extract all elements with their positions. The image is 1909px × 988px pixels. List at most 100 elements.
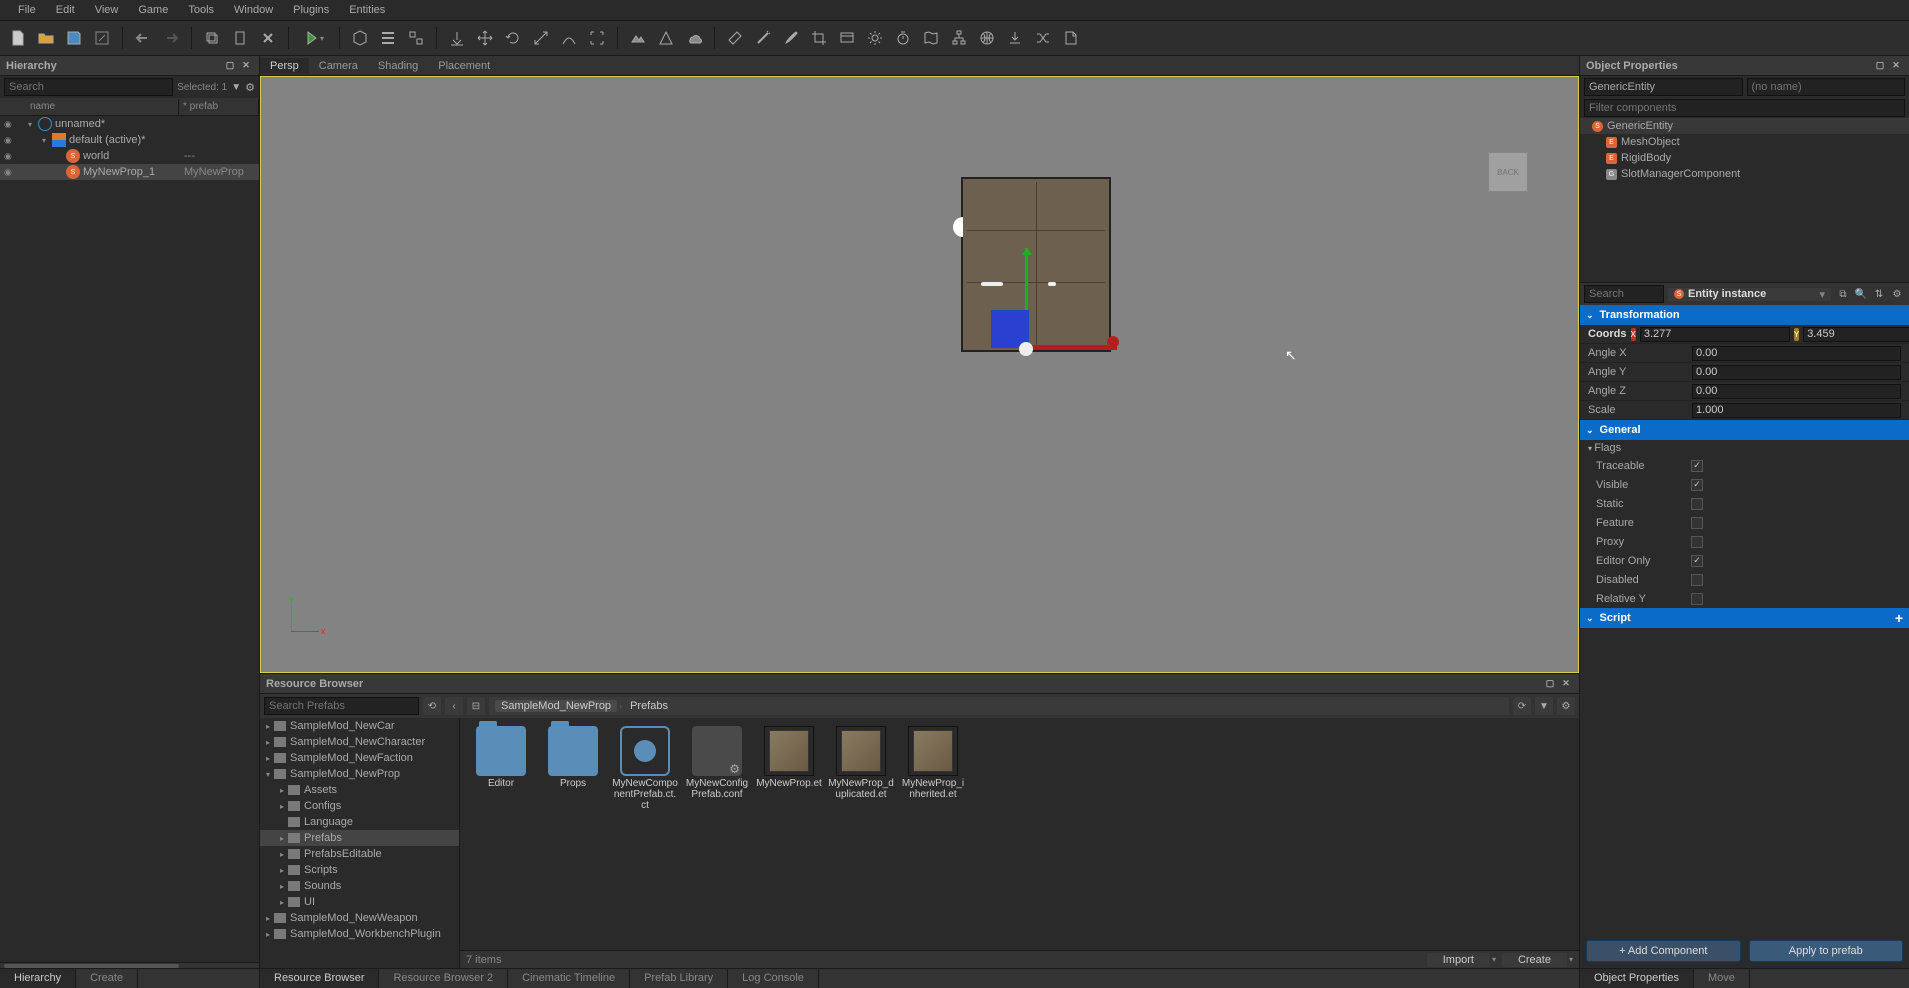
flag-checkbox[interactable]: ✓ (1691, 555, 1703, 567)
entity-type-field[interactable] (1584, 78, 1743, 96)
create-button[interactable]: Create (1502, 953, 1567, 967)
res-item[interactable]: MyNewProp_inherited.et (900, 726, 966, 811)
open-external-icon[interactable]: ⧉ (1835, 286, 1851, 302)
import-button[interactable]: Import (1427, 953, 1490, 967)
res-collapse-icon[interactable]: ⊟ (467, 697, 485, 715)
entity-name-field[interactable] (1747, 78, 1906, 96)
open-folder-icon[interactable] (34, 26, 58, 50)
shuffle-icon[interactable] (1031, 26, 1055, 50)
hierarchy-icon[interactable] (947, 26, 971, 50)
component-meshobject[interactable]: EMeshObject (1580, 134, 1909, 150)
res-back-icon[interactable]: ‹ (445, 697, 463, 715)
timer-icon[interactable] (891, 26, 915, 50)
tab-resource-browser[interactable]: Resource Browser (260, 969, 379, 988)
windows-icon[interactable] (835, 26, 859, 50)
add-component-button[interactable]: + Add Component (1586, 940, 1741, 962)
panel-dock-icon[interactable]: ▢ (223, 59, 237, 73)
filter-components-input[interactable] (1584, 99, 1905, 117)
menu-view[interactable]: View (85, 2, 129, 18)
tab-persp[interactable]: Persp (260, 58, 309, 74)
play-button[interactable]: ▾ (297, 26, 331, 50)
res-item[interactable]: MyNewProp_duplicated.et (828, 726, 894, 811)
apply-to-prefab-button[interactable]: Apply to prefab (1749, 940, 1904, 962)
menu-entities[interactable]: Entities (339, 2, 395, 18)
snap-down-icon[interactable] (445, 26, 469, 50)
component-generic-entity[interactable]: SGenericEntity (1580, 118, 1909, 134)
tab-object-properties[interactable]: Object Properties (1580, 969, 1694, 988)
section-script[interactable]: ⌄Script+ (1580, 608, 1909, 628)
cloud-icon[interactable] (682, 26, 706, 50)
brush-icon[interactable] (779, 26, 803, 50)
tab-prefab-library[interactable]: Prefab Library (630, 969, 728, 988)
menu-window[interactable]: Window (224, 2, 283, 18)
res-tree-row[interactable]: ▸Assets (260, 782, 459, 798)
res-item[interactable]: MyNewConfigPrefab.conf (684, 726, 750, 811)
terrain-peak-icon[interactable] (654, 26, 678, 50)
crop-icon[interactable] (807, 26, 831, 50)
component-rigidbody[interactable]: ERigidBody (1580, 150, 1909, 166)
tab-resource-browser-2[interactable]: Resource Browser 2 (379, 969, 508, 988)
scale-input[interactable] (1692, 403, 1901, 418)
crumb-root[interactable]: SampleMod_NewProp (495, 700, 617, 712)
wand-icon[interactable] (751, 26, 775, 50)
tree-icon[interactable]: ⇅ (1871, 286, 1887, 302)
anglez-input[interactable] (1692, 384, 1901, 399)
copy-icon[interactable] (200, 26, 224, 50)
gear-icon[interactable] (863, 26, 887, 50)
new-file-icon[interactable] (6, 26, 30, 50)
res-search-input[interactable] (264, 697, 419, 715)
terrain-up-icon[interactable] (626, 26, 650, 50)
tab-move[interactable]: Move (1694, 969, 1750, 988)
cube-icon[interactable] (348, 26, 372, 50)
res-tree-row[interactable]: ▸UI (260, 894, 459, 910)
res-tree-row[interactable]: ▸SampleMod_WorkbenchPlugin (260, 926, 459, 942)
res-tree-row[interactable]: ▸PrefabsEditable (260, 846, 459, 862)
section-general[interactable]: ⌄General (1580, 420, 1909, 440)
menu-file[interactable]: File (8, 2, 46, 18)
res-tree-row[interactable]: Language (260, 814, 459, 830)
save-icon[interactable] (62, 26, 86, 50)
orientation-cube[interactable]: BACK (1478, 142, 1538, 202)
crumb-current[interactable]: Prefabs (624, 700, 674, 712)
panel-dock-icon[interactable]: ▢ (1873, 59, 1887, 73)
export-icon[interactable] (1059, 26, 1083, 50)
tab-log-console[interactable]: Log Console (728, 969, 819, 988)
flags-header[interactable]: ▾ Flags (1580, 440, 1909, 456)
flag-checkbox[interactable]: ✓ (1691, 460, 1703, 472)
res-item[interactable]: Editor (468, 726, 534, 811)
selected-object[interactable] (961, 177, 1111, 352)
cut-icon[interactable] (256, 26, 280, 50)
props-search-input[interactable] (1584, 285, 1664, 303)
import-icon[interactable] (1003, 26, 1027, 50)
res-filter-icon[interactable]: ▼ (1535, 697, 1553, 715)
curve-icon[interactable] (557, 26, 581, 50)
res-item[interactable]: Props (540, 726, 606, 811)
map-icon[interactable] (919, 26, 943, 50)
menu-game[interactable]: Game (128, 2, 178, 18)
paste-icon[interactable] (228, 26, 252, 50)
tab-create[interactable]: Create (76, 969, 138, 988)
flag-checkbox[interactable] (1691, 536, 1703, 548)
res-tree-row[interactable]: ▸SampleMod_NewCar (260, 718, 459, 734)
res-tree-row[interactable]: ▸SampleMod_NewFaction (260, 750, 459, 766)
gear-icon[interactable]: ⚙ (1889, 286, 1905, 302)
hierarchy-row[interactable]: ◉MyNewProp_1MyNewProp (0, 164, 259, 180)
res-tree-row[interactable]: ▸Sounds (260, 878, 459, 894)
section-transformation[interactable]: ⌄Transformation (1580, 305, 1909, 325)
tab-shading[interactable]: Shading (368, 58, 428, 74)
tab-placement[interactable]: Placement (428, 58, 500, 74)
tab-camera[interactable]: Camera (309, 58, 368, 74)
undo-icon[interactable] (131, 26, 155, 50)
coord-y-input[interactable] (1803, 327, 1909, 342)
panel-dock-icon[interactable]: ▢ (1543, 677, 1557, 691)
group-icon[interactable] (404, 26, 428, 50)
cube-back-face[interactable]: BACK (1488, 152, 1528, 192)
panel-close-icon[interactable]: ✕ (1559, 677, 1573, 691)
edit-icon[interactable] (90, 26, 114, 50)
col-name[interactable]: name (0, 99, 179, 114)
entity-instance-selector[interactable]: Entity instance▾ (1668, 288, 1831, 301)
res-item[interactable]: MyNewProp.et (756, 726, 822, 811)
globe-icon[interactable] (975, 26, 999, 50)
hierarchy-row[interactable]: ◉world--- (0, 148, 259, 164)
res-tree-row[interactable]: ▸SampleMod_NewWeapon (260, 910, 459, 926)
